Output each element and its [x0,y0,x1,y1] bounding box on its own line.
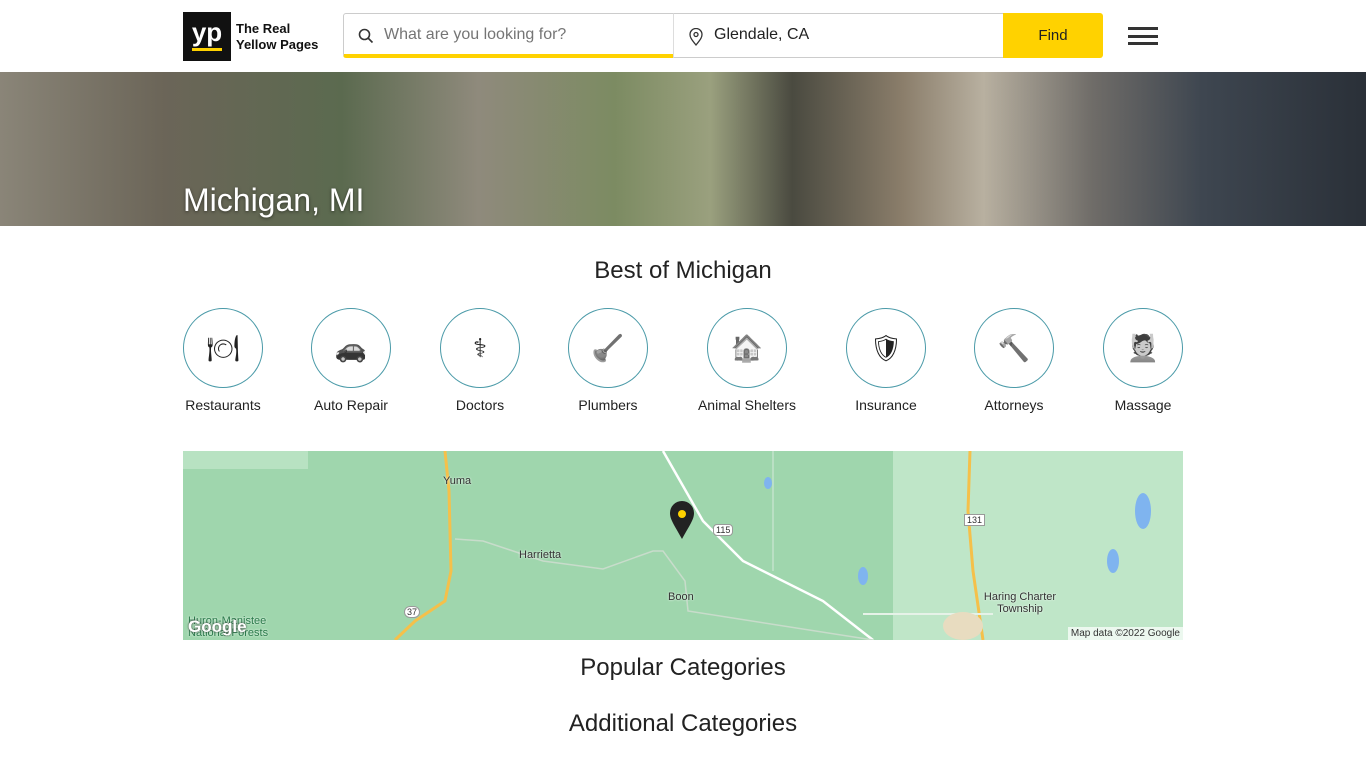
category-circle[interactable]: 💆 [1103,308,1183,388]
additional-categories-heading[interactable]: Additional Categories [0,710,1366,738]
plate-fork-knife-icon: 🍽 [206,332,240,363]
google-logo[interactable]: Google [188,617,247,637]
house-paw-icon: 🏠 [730,332,764,363]
category-plumbers[interactable]: 🪠 Plumbers [548,308,668,413]
logo-text[interactable]: The Real Yellow Pages [236,21,318,53]
category-circle[interactable]: 🛡 [846,308,926,388]
logo-line-2: Yellow Pages [236,37,319,52]
category-label: Doctors [455,397,505,413]
location-box [673,13,1004,58]
header: yp The RealYellow Pages Find [0,0,1366,72]
gavel-icon: 🔨 [997,332,1031,363]
category-label: Massage [1114,397,1172,413]
category-auto-repair[interactable]: 🚗 Auto Repair [291,308,411,413]
map-attribution[interactable]: Map data ©2022 Google [1067,627,1183,640]
category-circle[interactable]: 🏠 [707,308,787,388]
map-label-yuma: Yuma [443,475,472,487]
category-circle[interactable]: ⚕ [440,308,520,388]
best-of-heading: Best of Michigan [594,257,772,284]
route-37-shield: 37 [404,606,421,618]
category-circle[interactable]: 🍽 [183,308,263,388]
category-label: Animal Shelters [697,397,797,413]
search-input[interactable] [384,26,664,44]
category-attorneys[interactable]: 🔨 Attorneys [954,308,1074,413]
map-pin-icon [670,501,694,539]
map-label-harrietta: Harrietta [519,549,562,561]
category-label: Plumbers [578,397,638,413]
category-label: Auto Repair [314,397,388,413]
route-115-shield: 115 [713,524,734,536]
hero-banner: Michigan, MI [0,72,1366,226]
category-massage[interactable]: 💆 Massage [1083,308,1203,413]
category-insurance[interactable]: 🛡 Insurance [826,308,946,413]
search-icon [358,28,374,44]
map-label-boon: Boon [668,591,694,603]
category-doctors[interactable]: ⚕ Doctors [420,308,540,413]
plunger-icon: 🪠 [591,332,625,363]
page-title: Michigan, MI [183,182,365,218]
category-label: Attorneys [984,397,1044,413]
massage-icon: 💆 [1126,332,1160,363]
shield-person-icon: 🛡 [869,332,903,363]
logo-line-1: The Real [236,21,291,36]
search-box [343,13,674,58]
category-label: Restaurants [185,397,261,413]
car-wrench-icon: 🚗 [334,332,368,363]
category-restaurants[interactable]: 🍽 Restaurants [163,308,283,413]
category-animal-shelters[interactable]: 🏠 Animal Shelters [687,308,807,413]
location-input[interactable] [714,26,994,44]
popular-categories-heading[interactable]: Popular Categories [0,654,1366,682]
category-circle[interactable]: 🪠 [568,308,648,388]
find-button[interactable]: Find [1003,13,1103,58]
map[interactable]: Yuma Harrietta Boon Haring Charter Towns… [183,451,1183,640]
location-pin-icon [689,28,703,46]
category-circle[interactable]: 🚗 [311,308,391,388]
category-circle[interactable]: 🔨 [974,308,1054,388]
route-131-shield: 131 [964,514,986,526]
hamburger-menu-icon[interactable] [1128,27,1158,45]
map-label-haring: Haring Charter Township [983,591,1057,615]
category-label: Insurance [855,397,917,413]
yp-logo[interactable]: yp [183,12,231,61]
caduceus-icon: ⚕ [472,332,488,363]
